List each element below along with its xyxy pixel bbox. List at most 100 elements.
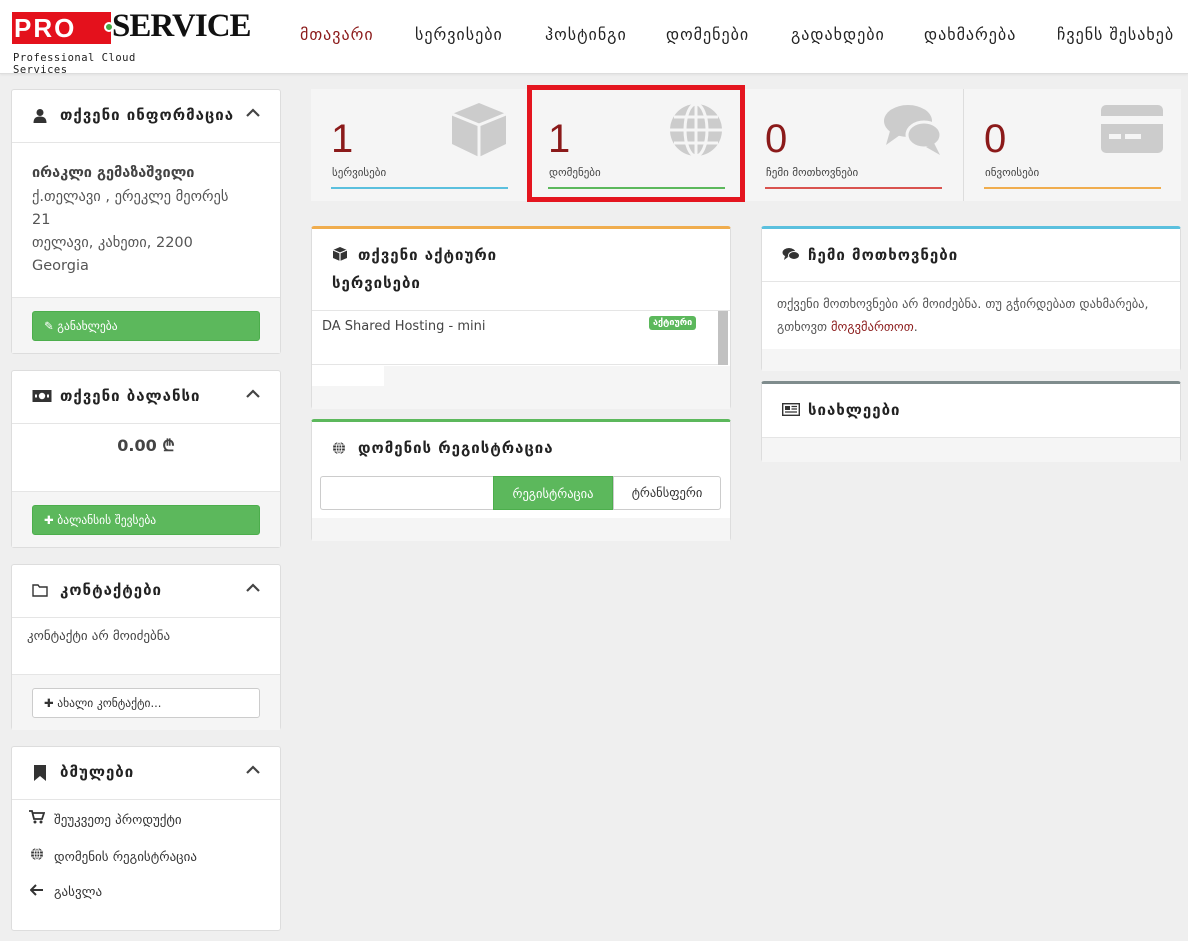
contacts-empty-message: კონტაქტი არ მოიძებნა: [27, 629, 171, 644]
logo-tagline: Professional Cloud Services: [13, 52, 136, 76]
bookmark-logout[interactable]: გასვლა: [28, 884, 102, 900]
bookmarks-panel: ბმულები შეუკვეთე პროდუქტი დომენის რეგისტ…: [11, 746, 281, 931]
news-footer: [762, 437, 1180, 462]
balance-panel-header[interactable]: თქვენი ბალანსი: [12, 371, 280, 424]
newspaper-icon: [781, 402, 801, 420]
info-panel-footer: ✎ განახლება: [12, 297, 280, 353]
transfer-domain-button[interactable]: ტრანსფერი: [613, 476, 721, 510]
active-services-title-line1: თქვენი აქტიური: [358, 246, 498, 264]
stat-invoices-value: 0: [984, 117, 1007, 161]
nav-hosting[interactable]: ჰოსტინგი: [545, 24, 627, 46]
pencil-icon: ✎: [44, 319, 54, 333]
bookmark-icon: [32, 765, 48, 781]
cube-icon: [332, 246, 348, 266]
active-services-title-line2: სერვისები: [332, 274, 421, 292]
status-badge: აქტიური: [649, 316, 697, 330]
nav-about[interactable]: ჩვენს შესახებ: [1057, 24, 1174, 46]
chevron-up-icon[interactable]: [246, 577, 260, 598]
money-icon: [32, 389, 52, 405]
contacts-panel-body: კონტაქტი არ მოიძებნა: [12, 618, 280, 674]
bookmark-order-product[interactable]: შეუკვეთე პროდუქტი: [28, 810, 182, 828]
address-country: Georgia: [32, 258, 89, 274]
info-panel-header[interactable]: თქვენი ინფორმაცია: [12, 90, 280, 143]
tickets-title: ჩემი მოთხოვნები: [808, 246, 959, 264]
stat-tickets-label: ჩემი მოთხოვნები: [766, 166, 859, 179]
plus-icon: ✚: [44, 513, 54, 527]
service-row[interactable]: DA Shared Hosting - mini აქტიური: [312, 311, 718, 365]
stats-bar: 1 სერვისები 1 დომენები 0 ჩემი მოთხოვნები…: [311, 89, 1181, 201]
divider: [762, 281, 1180, 282]
highlight-box: [527, 85, 745, 202]
stat-services-label: სერვისები: [332, 166, 387, 179]
contacts-panel-footer: ✚ ახალი კონტაქტი...: [12, 674, 280, 730]
stat-services[interactable]: 1 სერვისები: [311, 89, 528, 201]
chevron-up-icon[interactable]: [246, 759, 260, 780]
bookmarks-panel-title: ბმულები: [60, 763, 135, 781]
stat-services-value: 1: [331, 117, 354, 161]
info-panel-body: ირაკლი გემაზაშვილი ქ.თელავი , ერეკლე მეო…: [12, 143, 280, 297]
new-contact-button[interactable]: ✚ ახალი კონტაქტი...: [32, 688, 260, 718]
active-services-footer: [384, 366, 730, 409]
stat-tickets[interactable]: 0 ჩემი მოთხოვნები: [745, 89, 962, 201]
cart-icon: [28, 810, 46, 828]
folder-icon: [32, 583, 48, 599]
active-services-panel: თქვენი აქტიური სერვისები DA Shared Hosti…: [311, 226, 731, 409]
tickets-footer: [762, 349, 1180, 371]
contacts-panel-title: კონტაქტები: [60, 581, 163, 599]
stat-invoices-label: ინვოისები: [985, 166, 1040, 179]
stat-tickets-bar: [765, 187, 942, 189]
tickets-panel: ჩემი მოთხოვნები თქვენი მოთხოვნები არ მოი…: [761, 226, 1181, 371]
domain-registration-title: დომენის რეგისტრაცია: [358, 439, 554, 457]
update-info-button[interactable]: ✎ განახლება: [32, 311, 260, 341]
nav-payments[interactable]: გადახდები: [791, 24, 885, 46]
balance-panel-body: 0.00 ₾: [12, 424, 280, 491]
contacts-panel-header[interactable]: კონტაქტები: [12, 565, 280, 618]
stat-tickets-value: 0: [765, 117, 788, 161]
balance-panel: თქვენი ბალანსი 0.00 ₾ ✚ ბალანსის შევსება: [11, 370, 281, 548]
logo-service-text: SERVICE: [112, 8, 252, 44]
contacts-panel: კონტაქტები კონტაქტი არ მოიძებნა ✚ ახალი …: [11, 564, 281, 730]
info-panel-title: თქვენი ინფორმაცია: [60, 106, 235, 124]
nav-domains[interactable]: დომენები: [666, 24, 749, 46]
stat-invoices[interactable]: 0 ინვოისები: [964, 89, 1181, 201]
nav-home[interactable]: მთავარი: [300, 24, 374, 46]
domain-input[interactable]: [320, 476, 494, 510]
news-panel: სიახლეები: [761, 381, 1181, 462]
topup-balance-button[interactable]: ✚ ბალანსის შევსება: [32, 505, 260, 535]
register-domain-button[interactable]: რეგისტრაცია: [493, 476, 613, 510]
bookmarks-panel-body: შეუკვეთე პროდუქტი დომენის რეგისტრაცია გა…: [12, 800, 280, 930]
arrow-left-icon: [28, 884, 46, 900]
address-line-1: ქ.თელავი , ერეკლე მეორეს: [32, 189, 229, 205]
address-line-3: თელავი, კახეთი, 2200: [32, 235, 193, 251]
balance-panel-title: თქვენი ბალანსი: [60, 387, 201, 405]
contact-us-link[interactable]: მოგვმართოთ: [831, 319, 914, 334]
plus-icon: ✚: [44, 696, 54, 710]
chevron-up-icon[interactable]: [246, 383, 260, 404]
services-scrollbar[interactable]: [718, 311, 728, 365]
address-line-2: 21: [32, 212, 51, 228]
nav-services[interactable]: სერვისები: [415, 24, 503, 46]
balance-amount: 0.00 ₾: [117, 436, 175, 455]
scrollbar-thumb[interactable]: [718, 311, 728, 365]
domain-registration-footer: [312, 518, 730, 541]
divider: [312, 364, 718, 365]
user-name: ირაკლი გემაზაშვილი: [32, 165, 195, 181]
tickets-empty-message: თქვენი მოთხოვნები არ მოიძებნა. თუ გჭირდე…: [777, 296, 1149, 334]
balance-panel-footer: ✚ ბალანსის შევსება: [12, 491, 280, 547]
active-services-footer-left: [312, 386, 384, 409]
news-title: სიახლეები: [808, 401, 901, 419]
top-navbar: PRO SERVICE Professional Cloud Services …: [0, 0, 1188, 76]
info-panel: თქვენი ინფორმაცია ირაკლი გემაზაშვილი ქ.თ…: [11, 89, 281, 354]
logo[interactable]: PRO SERVICE Professional Cloud Services: [12, 6, 252, 76]
cube-icon: [448, 101, 510, 159]
bookmarks-panel-header[interactable]: ბმულები: [12, 747, 280, 800]
bookmark-domain-registration[interactable]: დომენის რეგისტრაცია: [28, 847, 197, 865]
comments-icon: [782, 247, 800, 265]
comments-icon: [882, 101, 944, 159]
nav-help[interactable]: დახმარება: [924, 24, 1016, 46]
globe-icon: [28, 847, 46, 865]
credit-card-icon: [1101, 101, 1163, 159]
main-nav: მთავარი სერვისები ჰოსტინგი დომენები გადა…: [300, 24, 1188, 48]
chevron-up-icon[interactable]: [246, 102, 260, 123]
domain-registration-panel: დომენის რეგისტრაცია რეგისტრაცია ტრანსფერ…: [311, 419, 731, 541]
